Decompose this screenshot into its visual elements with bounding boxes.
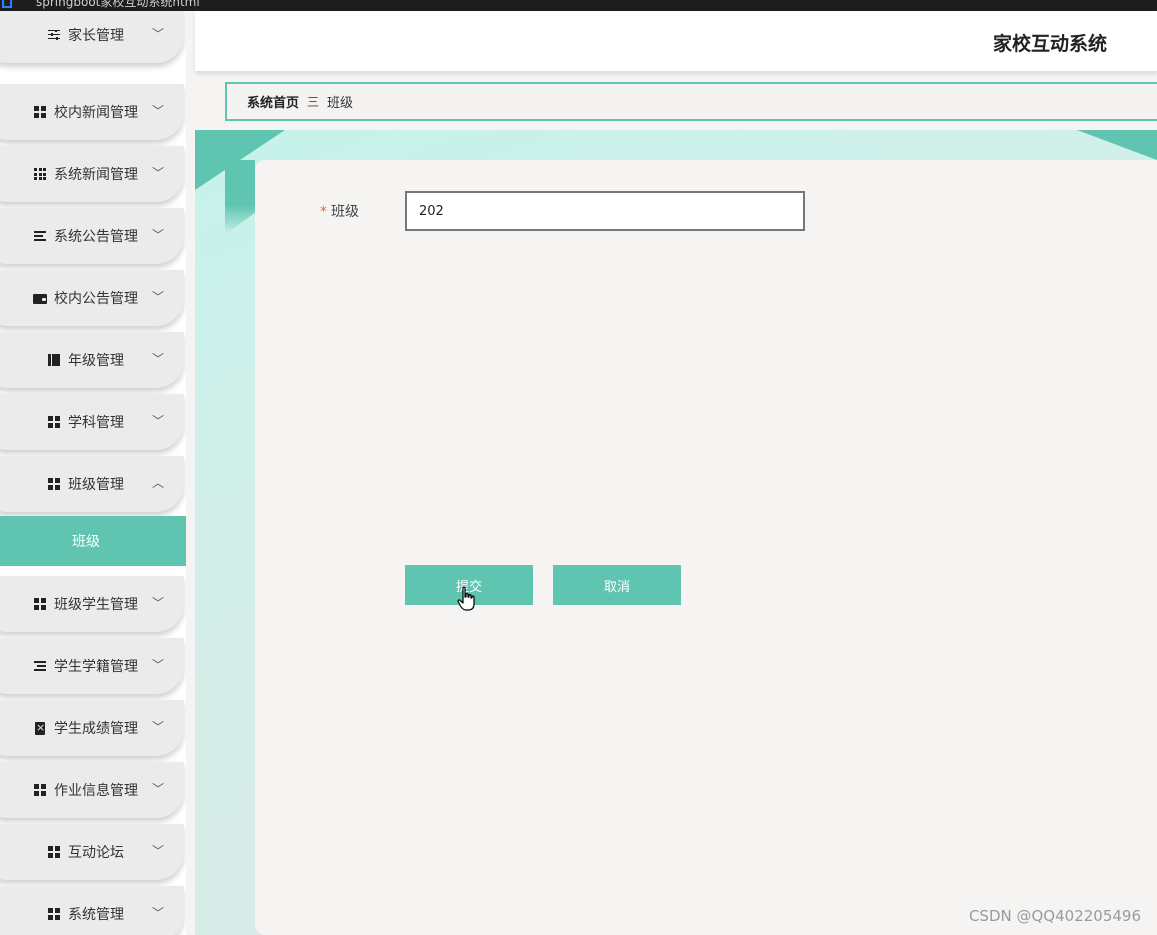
breadcrumb: 系统首页 三 班级 <box>225 82 1157 121</box>
sidebar-item-system-notice[interactable]: 系统公告管理 ﹀ <box>0 208 184 264</box>
align-icon <box>32 228 48 244</box>
chevron-down-icon: ﹀ <box>151 352 164 366</box>
sidebar-item-label: 系统公告管理 <box>54 229 138 245</box>
form-panel <box>255 160 1157 935</box>
top-header: 家校互动系统 <box>195 11 1157 71</box>
grid-icon <box>46 414 62 430</box>
sliders-icon <box>46 27 62 43</box>
required-mark: * <box>320 204 327 220</box>
grid-icon <box>46 476 62 492</box>
browser-tab-icon <box>2 0 12 8</box>
clipboard-icon <box>32 720 48 736</box>
cancel-button[interactable]: 取消 <box>553 565 681 605</box>
watermark: CSDN @QQ402205496 <box>968 907 1141 925</box>
book-icon <box>46 352 62 368</box>
chevron-down-icon: ﹀ <box>151 414 164 428</box>
list-icon <box>32 658 48 674</box>
sidebar-item-label: 班级管理 <box>68 477 124 493</box>
sidebar-item-label: 系统新闻管理 <box>54 167 138 183</box>
decor-triangle-right <box>1077 130 1157 160</box>
breadcrumb-current: 班级 <box>327 96 354 111</box>
sidebar-item-student-scores[interactable]: 学生成绩管理 ﹀ <box>0 700 184 756</box>
chevron-down-icon: ﹀ <box>151 906 164 920</box>
breadcrumb-home[interactable]: 系统首页 <box>247 92 299 111</box>
grid-icon <box>46 906 62 922</box>
chevron-down-icon: ﹀ <box>151 596 164 610</box>
sidebar-item-class-students[interactable]: 班级学生管理 ﹀ <box>0 576 184 632</box>
sidebar-item-school-notice[interactable]: 校内公告管理 ﹀ <box>0 270 184 326</box>
chevron-down-icon: ﹀ <box>151 658 164 672</box>
sidebar-item-label: 年级管理 <box>68 353 124 369</box>
grid-icon <box>46 844 62 860</box>
sidebar-item-student-status[interactable]: 学生学籍管理 ﹀ <box>0 638 184 694</box>
chevron-up-icon: ︿ <box>151 476 164 490</box>
sidebar-item-forum[interactable]: 互动论坛 ﹀ <box>0 824 184 880</box>
grid-icon <box>32 104 48 120</box>
class-input[interactable] <box>405 191 805 231</box>
sidebar-item-system[interactable]: 系统管理 ﹀ <box>0 886 184 935</box>
sidebar-item-homework[interactable]: 作业信息管理 ﹀ <box>0 762 184 818</box>
browser-top-strip: springboot家校互动系统html <box>0 0 1157 11</box>
sidebar-item-system-news[interactable]: 系统新闻管理 ﹀ <box>0 146 184 202</box>
sidebar-item-school-news[interactable]: 校内新闻管理 ﹀ <box>0 84 184 140</box>
chevron-down-icon: ﹀ <box>151 782 164 796</box>
sidebar: 家长管理 ﹀ 校内新闻管理 ﹀ 系统新闻管理 ﹀ 系统公告管理 ﹀ 校内公告管理… <box>0 11 186 935</box>
sidebar-item-label: 作业信息管理 <box>54 783 138 799</box>
browser-tab-text: springboot家校互动系统html <box>36 0 200 9</box>
sidebar-item-label: 校内新闻管理 <box>54 105 138 121</box>
sidebar-subitem-class[interactable]: 班级 <box>0 516 186 566</box>
sidebar-item-label: 家长管理 <box>68 28 124 44</box>
sidebar-item-subject[interactable]: 学科管理 ﹀ <box>0 394 184 450</box>
chevron-down-icon: ﹀ <box>151 104 164 118</box>
class-field-label-text: 班级 <box>331 204 359 220</box>
breadcrumb-separator: 三 <box>307 95 320 109</box>
apps-icon <box>32 166 48 182</box>
sidebar-item-label: 班级学生管理 <box>54 597 138 613</box>
chevron-down-icon: ﹀ <box>151 228 164 242</box>
sidebar-item-label: 学生学籍管理 <box>54 659 138 675</box>
sidebar-item-label: 系统管理 <box>68 907 124 923</box>
sidebar-subitem-label: 班级 <box>72 534 100 550</box>
wallet-icon <box>32 290 48 306</box>
chevron-down-icon: ﹀ <box>151 27 164 41</box>
sidebar-item-label: 互动论坛 <box>68 845 124 861</box>
hand-cursor-icon <box>457 586 475 611</box>
sidebar-item-parent-management[interactable]: 家长管理 ﹀ <box>0 11 184 63</box>
sidebar-item-label: 学生成绩管理 <box>54 721 138 737</box>
sidebar-item-label: 校内公告管理 <box>54 291 138 307</box>
sidebar-item-label: 学科管理 <box>68 415 124 431</box>
sidebar-item-grade[interactable]: 年级管理 ﹀ <box>0 332 184 388</box>
decor-ribbon-left <box>225 160 255 235</box>
chevron-down-icon: ﹀ <box>151 166 164 180</box>
grid-icon <box>32 596 48 612</box>
chevron-down-icon: ﹀ <box>151 844 164 858</box>
class-field-label: * 班级 <box>320 201 359 221</box>
grid-icon <box>32 782 48 798</box>
sidebar-item-class[interactable]: 班级管理 ︿ <box>0 456 184 512</box>
chevron-down-icon: ﹀ <box>151 720 164 734</box>
chevron-down-icon: ﹀ <box>151 290 164 304</box>
app-title: 家校互动系统 <box>992 33 1107 55</box>
